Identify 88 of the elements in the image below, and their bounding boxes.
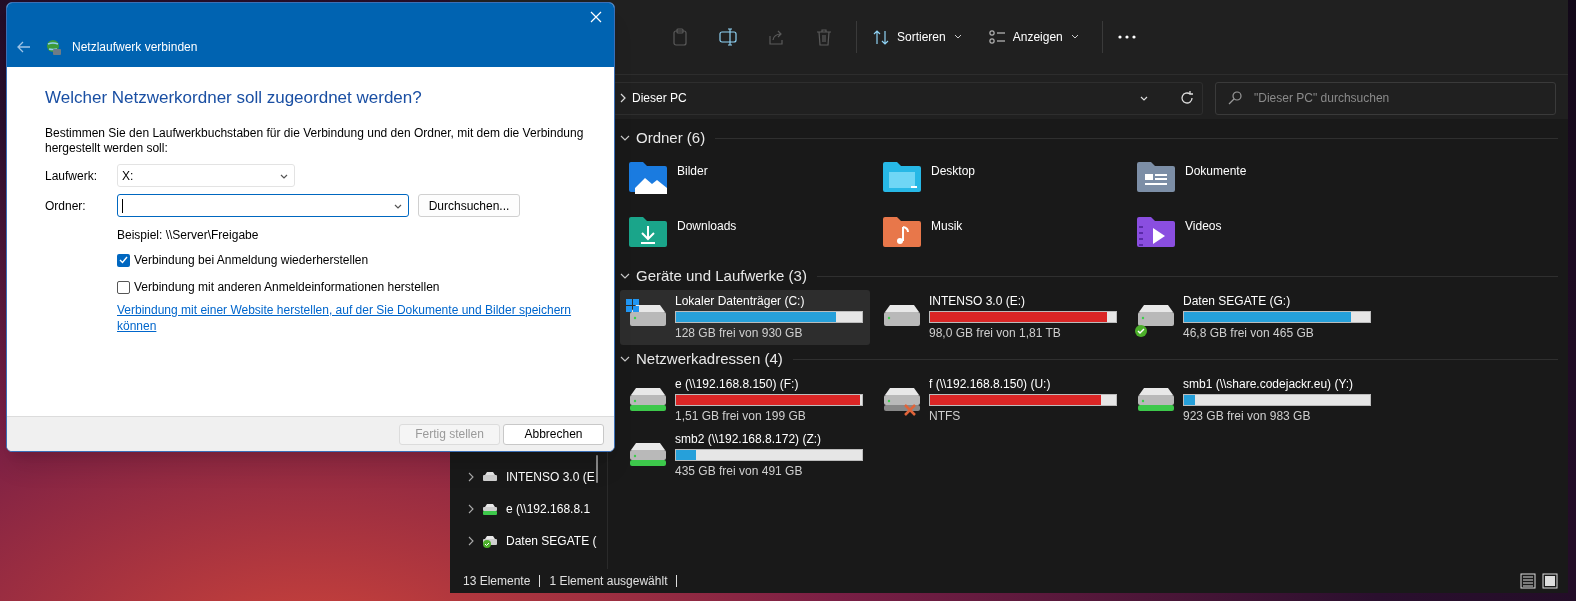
- folder-label: Desktop: [931, 163, 976, 180]
- section-header: Ordner (6): [636, 127, 706, 148]
- collapse-chevron-icon[interactable]: [620, 272, 630, 280]
- chevron-right-icon: [620, 93, 626, 103]
- drive-letter-dropdown[interactable]: X:: [117, 164, 295, 187]
- status-text: 1 Element ausgewählt: [549, 573, 668, 590]
- search-placeholder: "Dieser PC" durchsuchen: [1254, 90, 1390, 107]
- folder-label: Videos: [1185, 218, 1222, 235]
- field-label: Laufwerk:: [45, 167, 99, 185]
- nav-item[interactable]: INTENSO 3.0 (E: [450, 461, 607, 493]
- scrollbar-thumb[interactable]: [596, 455, 598, 483]
- close-icon: [590, 11, 602, 23]
- folder-item[interactable]: Musik: [874, 207, 1128, 262]
- drive-label: e (\\192.168.8.150) (F:): [675, 377, 800, 392]
- chevron-right-icon: [468, 504, 474, 514]
- drive-icon: [482, 470, 498, 484]
- drive-item[interactable]: f (\\192.168.8.150) (U:) NTFS: [874, 373, 1124, 428]
- ellipsis-icon: [1117, 35, 1136, 39]
- drive-item[interactable]: Lokaler Datenträger (C:) 128 GB frei von 930 GB: [620, 290, 870, 345]
- section-header: Netzwerkadressen (4): [636, 348, 783, 369]
- drive-label: smb2 (\\192.168.8.172) (Z:): [675, 432, 823, 447]
- checkmark-icon: [119, 256, 128, 264]
- search-field[interactable]: "Dieser PC" durchsuchen: [1215, 81, 1556, 115]
- free-space-text: NTFS: [929, 409, 962, 424]
- folder-item[interactable]: Bilder: [620, 152, 874, 207]
- cancel-button[interactable]: Abbrechen: [503, 423, 604, 445]
- dialog-heading: Welcher Netzwerkordner soll zugeordnet werden?: [45, 87, 423, 109]
- list-view-icon: [988, 29, 1006, 45]
- chevron-right-icon: [468, 472, 474, 482]
- address-text: Dieser PC: [632, 90, 688, 107]
- network-drive-icon: [482, 502, 498, 516]
- folder-label: Downloads: [677, 218, 737, 235]
- free-space-text: 923 GB frei von 983 GB: [1183, 409, 1312, 424]
- free-space-text: 46,8 GB frei von 465 GB: [1183, 326, 1315, 341]
- free-space-text: 98,0 GB frei von 1,81 TB: [929, 326, 1062, 341]
- collapse-chevron-icon[interactable]: [620, 134, 630, 142]
- drive-item[interactable]: e (\\192.168.8.150) (F:) 1,51 GB frei von 199 GB: [620, 373, 870, 428]
- chevron-right-icon: [468, 536, 474, 546]
- website-link[interactable]: Verbindung mit einer Website herstellen, auf der Sie Dokumente und Bilder speichern können: [117, 302, 572, 334]
- free-space-text: 435 GB frei von 491 GB: [675, 464, 804, 479]
- drive-item[interactable]: Daten SEGATE (G:) 46,8 GB frei von 465 GB: [1128, 290, 1378, 345]
- folder-item[interactable]: Downloads: [620, 207, 874, 262]
- folder-item[interactable]: Dokumente: [1128, 152, 1382, 207]
- checkbox[interactable]: [117, 280, 130, 294]
- drive-label: smb1 (\\share.codejackr.eu) (Y:): [1183, 377, 1355, 392]
- tiles-view-icon[interactable]: [1542, 573, 1558, 589]
- search-icon: [1228, 91, 1242, 105]
- collapse-chevron-icon[interactable]: [620, 355, 630, 363]
- refresh-icon[interactable]: [1180, 91, 1194, 105]
- folder-item[interactable]: Desktop: [874, 152, 1128, 207]
- folder-label: Dokumente: [1185, 163, 1247, 180]
- rename-icon: [719, 28, 737, 46]
- drive-label: Daten SEGATE (G:): [1183, 294, 1292, 309]
- clipboard-icon: [671, 28, 689, 46]
- free-space-text: 1,51 GB frei von 199 GB: [675, 409, 807, 424]
- nav-item[interactable]: Daten SEGATE (: [450, 525, 607, 557]
- drive-item[interactable]: INTENSO 3.0 (E:) 98,0 GB frei von 1,81 TB: [874, 290, 1124, 345]
- checkbox-label: Verbindung mit anderen Anmeldeinformationen herstellen: [134, 279, 440, 296]
- checkbox[interactable]: [117, 253, 130, 267]
- example-hint: Beispiel: \\Server\Freigabe: [117, 227, 260, 242]
- share-icon: [767, 28, 785, 46]
- drive-check-icon: [482, 534, 498, 548]
- dialog-description: Bestimmen Sie den Laufwerkbuchstaben für die Verbindung und den Ordner, mit dem die Verbindung hergestellt werden soll:: [45, 126, 585, 156]
- address-bar[interactable]: Dieser PC: [613, 81, 1203, 115]
- sort-arrows-icon: [873, 29, 890, 45]
- back-arrow-icon: [17, 41, 31, 53]
- network-globe-icon: [45, 38, 62, 56]
- trash-icon: [815, 28, 833, 46]
- drive-label: f (\\192.168.8.150) (U:): [929, 377, 1052, 392]
- drive-label: Lokaler Datenträger (C:): [675, 294, 806, 309]
- field-label: Ordner:: [45, 197, 87, 215]
- free-space-text: 128 GB frei von 930 GB: [675, 326, 804, 341]
- folder-combo-field[interactable]: [117, 194, 409, 217]
- sort-button[interactable]: Sortieren: [865, 21, 971, 53]
- dialog-title: Netzlaufwerk verbinden: [72, 39, 198, 56]
- nav-item[interactable]: e (\\192.168.8.1: [450, 493, 607, 525]
- view-button[interactable]: Anzeigen: [980, 21, 1088, 53]
- folder-label: Musik: [931, 218, 963, 235]
- drive-item[interactable]: smb2 (\\192.168.8.172) (Z:) 435 GB frei von 491 GB: [620, 428, 870, 483]
- browse-button[interactable]: Durchsuchen...: [418, 194, 520, 217]
- section-header: Geräte und Laufwerke (3): [636, 265, 807, 286]
- status-text: 13 Elemente: [463, 573, 531, 590]
- folder-label: Bilder: [677, 163, 708, 180]
- drive-label: INTENSO 3.0 (E:): [929, 294, 1027, 309]
- details-view-icon[interactable]: [1520, 573, 1536, 589]
- folder-item[interactable]: Videos: [1128, 207, 1382, 262]
- drive-item[interactable]: smb1 (\\share.codejackr.eu) (Y:) 923 GB frei von 983 GB: [1128, 373, 1378, 428]
- checkbox-label: Verbindung bei Anmeldung wiederherstellen: [134, 252, 369, 269]
